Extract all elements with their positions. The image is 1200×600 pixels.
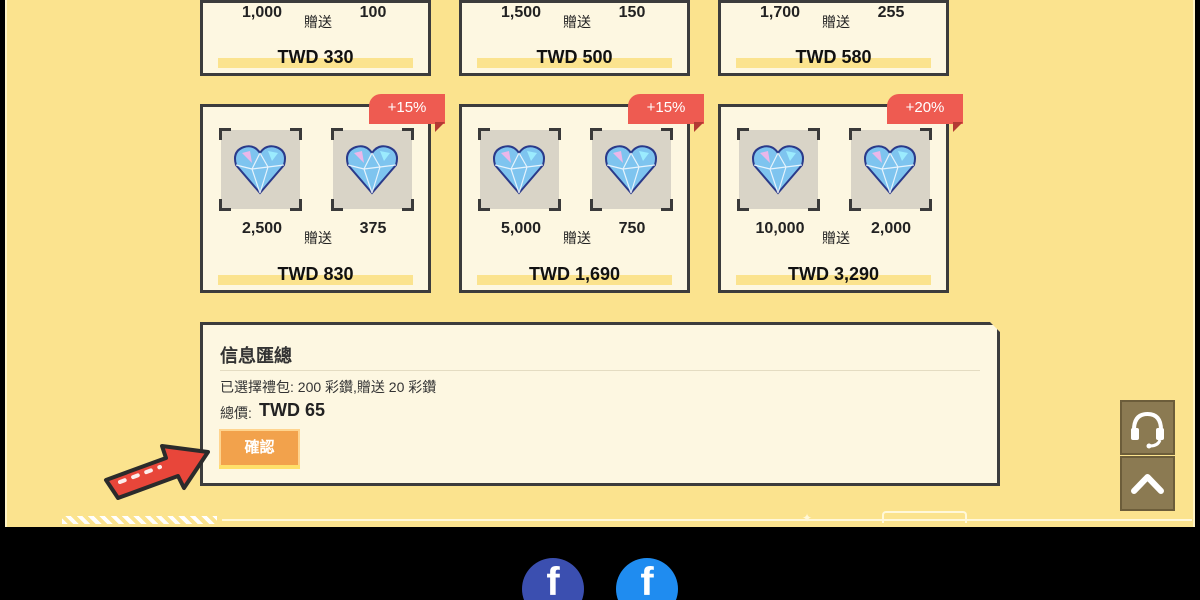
price: TWD 3,290 xyxy=(787,264,880,284)
package-card[interactable]: 2,500 贈送 375 TWD 830 +15% xyxy=(200,94,445,293)
selected-package-text: 已選擇禮包: 200 彩鑽,贈送 20 彩鑽 xyxy=(220,379,437,395)
price: TWD 500 xyxy=(536,47,613,67)
heart-diamond-icon xyxy=(605,145,657,195)
facebook-button[interactable]: f xyxy=(522,558,584,600)
price: TWD 830 xyxy=(277,264,354,284)
back-to-top-button[interactable] xyxy=(1120,456,1175,511)
gem-slot xyxy=(331,128,414,211)
heart-diamond-icon xyxy=(752,145,804,195)
page: ✦ 1,000 贈送 100 TWD 330 1,500 贈送 150 TWD … xyxy=(0,0,1200,600)
gem-slot xyxy=(737,128,820,211)
gem-slot xyxy=(590,128,673,211)
total-label: 總價: xyxy=(220,405,252,421)
sparkle-icon: ✦ xyxy=(802,511,813,525)
price: TWD 1,690 xyxy=(528,264,621,284)
order-summary: 信息匯總 已選擇禮包: 200 彩鑽,贈送 20 彩鑽 總價: TWD 65 確… xyxy=(200,322,1000,486)
package-card[interactable]: 1,500 贈送 150 TWD 500 xyxy=(459,0,690,76)
price: TWD 580 xyxy=(795,47,872,67)
confirm-button[interactable]: 確認 xyxy=(219,429,300,467)
bonus-amount: 100 xyxy=(359,4,387,21)
heart-diamond-icon xyxy=(346,145,398,195)
chevron-up-icon xyxy=(1131,474,1164,494)
confirm-button-underline xyxy=(219,465,300,469)
package-card[interactable]: 1,000 贈送 100 TWD 330 xyxy=(200,0,431,76)
ribbon-fold xyxy=(694,122,704,132)
ribbon-fold xyxy=(435,122,445,132)
bonus-amount: 2,000 xyxy=(870,220,912,237)
decorative-line xyxy=(222,519,1192,521)
gem-slot xyxy=(219,128,302,211)
bonus-badge: +15% xyxy=(628,94,704,124)
bonus-amount: 150 xyxy=(618,4,646,21)
gem-slot xyxy=(478,128,561,211)
gem-slot xyxy=(849,128,932,211)
support-button[interactable] xyxy=(1120,400,1175,455)
package-card[interactable]: 1,700 贈送 255 TWD 580 xyxy=(718,0,949,76)
total-price: TWD 65 xyxy=(259,400,326,420)
package-card[interactable]: 10,000 贈送 2,000 TWD 3,290 +20% xyxy=(718,94,963,293)
decorative-tab xyxy=(882,511,967,523)
facebook-icon: f xyxy=(546,560,560,600)
summary-title: 信息匯總 xyxy=(220,346,292,366)
heart-diamond-icon xyxy=(493,145,545,195)
facebook-icon: f xyxy=(640,560,654,600)
package-card[interactable]: 5,000 贈送 750 TWD 1,690 +15% xyxy=(459,94,704,293)
bonus-amount: 750 xyxy=(618,220,646,237)
divider xyxy=(220,370,980,371)
headset-icon xyxy=(1131,411,1164,449)
bonus-amount: 255 xyxy=(877,4,905,21)
price: TWD 330 xyxy=(277,47,354,67)
bonus-badge: +20% xyxy=(887,94,963,124)
heart-diamond-icon xyxy=(234,145,286,195)
bonus-badge: +15% xyxy=(369,94,445,124)
arrow-pointer-icon xyxy=(104,444,210,500)
facebook-button[interactable]: f xyxy=(616,558,678,600)
ribbon-fold xyxy=(953,122,963,132)
heart-diamond-icon xyxy=(864,145,916,195)
decorative-hatch xyxy=(62,516,217,524)
bonus-amount: 375 xyxy=(359,220,387,237)
